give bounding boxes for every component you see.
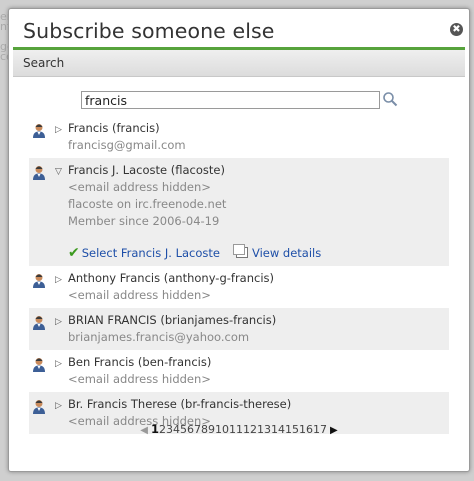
page-link[interactable]: 8 xyxy=(201,423,208,436)
current-page: 1 xyxy=(150,422,159,436)
page-link[interactable]: 7 xyxy=(194,423,201,436)
result-detail: <email address hidden> xyxy=(68,288,211,302)
page-link[interactable]: 15 xyxy=(285,423,299,436)
page-link[interactable]: 11 xyxy=(229,423,243,436)
search-input[interactable] xyxy=(81,91,380,109)
page-link[interactable]: 17 xyxy=(313,423,327,436)
page-link[interactable]: 16 xyxy=(299,423,313,436)
page-link[interactable]: 3 xyxy=(166,423,173,436)
expanded-triangle-icon[interactable]: ▽ xyxy=(55,167,62,177)
search-icon[interactable] xyxy=(382,91,398,107)
result-row[interactable]: ▷ Ben Francis (ben-francis) <email address… xyxy=(29,350,449,392)
page-link[interactable]: 9 xyxy=(208,423,215,436)
result-name[interactable]: Francis (francis) xyxy=(68,120,449,137)
person-icon xyxy=(32,165,46,180)
result-detail: flacoste on irc.freenode.net xyxy=(68,197,227,211)
result-detail: francisg@gmail.com xyxy=(68,138,186,152)
collapsed-triangle-icon[interactable]: ▷ xyxy=(55,359,62,369)
subscribe-dialog: Subscribe someone else ✖ Search ▷ Francis… xyxy=(8,8,470,472)
person-icon xyxy=(32,315,46,330)
result-name[interactable]: Francis J. Lacoste (flacoste) xyxy=(68,162,449,179)
collapsed-triangle-icon[interactable]: ▷ xyxy=(55,125,62,135)
checkmark-icon: ✔ xyxy=(68,245,80,261)
page-link[interactable]: 12 xyxy=(243,423,257,436)
page-link[interactable]: 6 xyxy=(187,423,194,436)
dialog-title: Subscribe someone else xyxy=(23,19,275,43)
person-icon xyxy=(32,357,46,372)
search-header: Search xyxy=(13,50,465,77)
page-link[interactable]: 5 xyxy=(180,423,187,436)
pagination: ◀ 1234567891011121314151617 ▶ xyxy=(9,422,469,436)
person-icon xyxy=(32,273,46,288)
result-name[interactable]: Ben Francis (ben-francis) xyxy=(68,354,449,371)
result-detail: <email address hidden> xyxy=(68,372,211,386)
collapsed-triangle-icon[interactable]: ▷ xyxy=(55,275,62,285)
result-row[interactable]: ▷ BRIAN FRANCIS (brianjames-francis) brian… xyxy=(29,308,449,350)
result-name[interactable]: Anthony Francis (anthony-g-francis) xyxy=(68,270,449,287)
next-page-icon[interactable]: ▶ xyxy=(330,425,338,436)
results-list: ▷ Francis (francis) francisg@gmail.com ▽ Fra… xyxy=(29,116,449,434)
person-icon xyxy=(32,399,46,414)
background-page: en nt ge ce xyxy=(0,10,14,63)
result-detail: brianjames.francis@yahoo.com xyxy=(68,330,250,344)
collapsed-triangle-icon[interactable]: ▷ xyxy=(55,317,62,327)
result-name[interactable]: Br. Francis Therese (br-francis-therese) xyxy=(68,396,449,413)
view-details-icon xyxy=(232,244,248,258)
search-label: Search xyxy=(23,56,65,70)
page-link[interactable]: 10 xyxy=(215,423,229,436)
person-icon xyxy=(32,123,46,138)
close-icon[interactable]: ✖ xyxy=(450,23,463,36)
page-link[interactable]: 2 xyxy=(159,423,166,436)
result-row[interactable]: ▷ Francis (francis) francisg@gmail.com xyxy=(29,116,449,158)
page-link[interactable]: 14 xyxy=(271,423,285,436)
result-row[interactable]: ▷ Anthony Francis (anthony-g-francis) <ema… xyxy=(29,266,449,308)
result-row[interactable]: ▽ Francis J. Lacoste (flacoste) <email add… xyxy=(29,158,449,266)
previous-page-icon[interactable]: ◀ xyxy=(140,425,148,436)
result-name[interactable]: BRIAN FRANCIS (brianjames-francis) xyxy=(68,312,449,329)
result-actions: ✔ Select Francis J. Lacoste View details xyxy=(68,244,449,262)
page-link[interactable]: 4 xyxy=(173,423,180,436)
page-link[interactable]: 13 xyxy=(257,423,271,436)
collapsed-triangle-icon[interactable]: ▷ xyxy=(55,401,62,411)
select-person-link[interactable]: Select Francis J. Lacoste xyxy=(82,246,220,260)
result-detail: <email address hidden> xyxy=(68,180,211,194)
view-details-link[interactable]: View details xyxy=(252,246,321,260)
result-detail: Member since 2006-04-19 xyxy=(68,214,220,228)
